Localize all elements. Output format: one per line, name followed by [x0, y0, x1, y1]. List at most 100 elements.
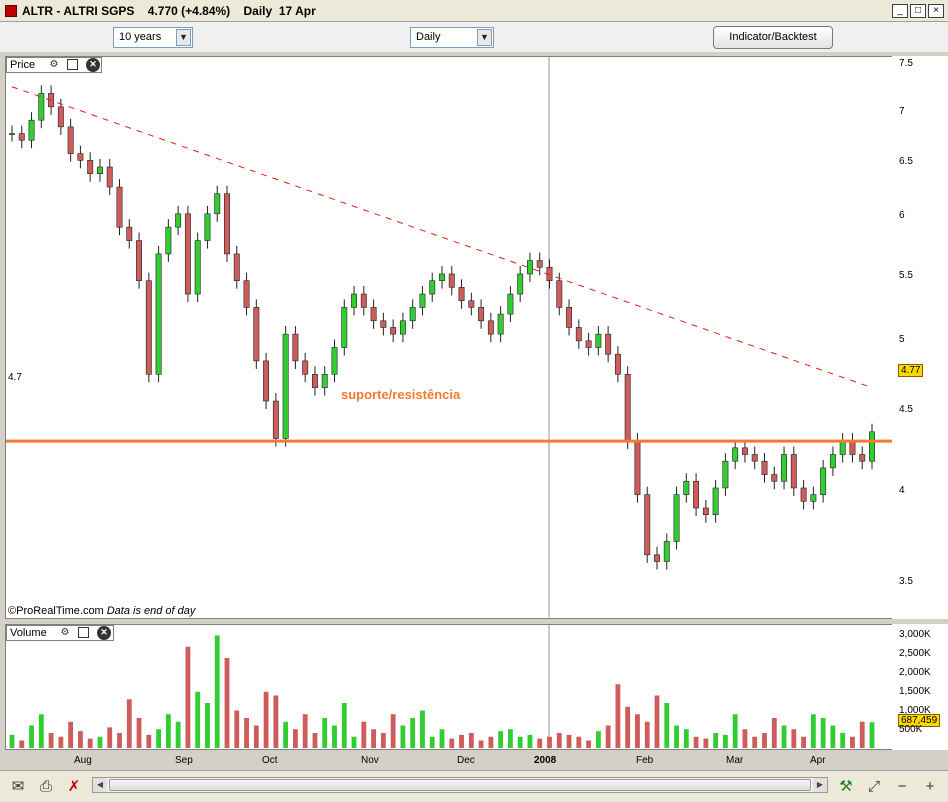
volume-bar — [58, 736, 64, 748]
candle — [214, 193, 221, 215]
candle — [683, 480, 690, 495]
price-panel-label: Price — [10, 59, 36, 71]
support-level-value: 4.7 — [8, 372, 22, 383]
volume-bar — [566, 734, 572, 748]
candle — [351, 293, 358, 308]
candle — [556, 280, 563, 308]
volume-bar — [214, 635, 220, 748]
x-tick-label: Sep — [175, 755, 193, 766]
candle — [38, 93, 45, 121]
candle — [136, 240, 143, 281]
volume-bar — [488, 736, 494, 748]
y-tick-label: 7 — [899, 106, 905, 117]
volume-bar — [722, 734, 728, 748]
candle — [439, 273, 445, 281]
price-chart[interactable] — [0, 0, 948, 802]
volume-tick-label: 3,000K — [899, 629, 931, 640]
close-panel-icon[interactable]: ✕ — [97, 626, 111, 640]
candle — [458, 287, 465, 302]
last-price-tag: 4.77 — [898, 364, 924, 377]
volume-bar — [97, 736, 103, 748]
zoom-fit-icon[interactable]: ⤢ — [864, 777, 884, 797]
candle — [497, 313, 504, 335]
candle — [702, 507, 709, 515]
volume-bar — [576, 736, 582, 748]
volume-bar — [791, 729, 797, 748]
volume-bar — [595, 731, 601, 748]
x-tick-label: Oct — [262, 755, 278, 766]
volume-bar — [156, 729, 162, 748]
candle — [175, 213, 182, 228]
volume-bar — [341, 703, 347, 748]
volume-tick-label: 2,000K — [899, 667, 931, 678]
candle — [829, 454, 836, 469]
candle — [243, 280, 250, 308]
wrench-icon[interactable]: ⚙ — [58, 626, 72, 640]
candle — [165, 226, 172, 255]
wrench-icon[interactable]: ⚙ — [47, 58, 61, 72]
candle — [673, 494, 680, 542]
y-tick-label: 4 — [899, 485, 905, 496]
volume-bar — [459, 734, 464, 748]
candle — [18, 133, 25, 141]
volume-bar — [165, 714, 171, 748]
copyright-text: ©ProRealTime.com — [8, 605, 104, 617]
candle — [781, 454, 788, 482]
volume-bar — [850, 736, 855, 748]
scroll-left-icon[interactable]: ◀ — [93, 778, 107, 792]
y-tick-label: 7.5 — [899, 58, 913, 69]
trend-line — [11, 86, 873, 389]
volume-bar — [263, 691, 269, 748]
volume-bar — [507, 729, 513, 748]
candle — [9, 133, 15, 135]
zoom-in-icon[interactable]: + — [920, 777, 940, 797]
volume-bar — [175, 721, 181, 748]
scroll-right-icon[interactable]: ▶ — [813, 778, 827, 792]
candle — [732, 447, 739, 462]
window-icon[interactable] — [78, 627, 89, 638]
candle — [184, 213, 191, 295]
candle — [771, 474, 778, 482]
candle — [282, 333, 289, 439]
candle — [487, 320, 494, 335]
candle — [839, 440, 846, 455]
candle — [585, 340, 592, 348]
candle — [341, 307, 348, 348]
zoom-out-icon[interactable]: − — [892, 777, 912, 797]
volume-bar — [781, 725, 787, 748]
candle — [869, 431, 875, 462]
delete-drawing-icon[interactable]: ✗ — [64, 777, 84, 797]
candle — [507, 293, 514, 315]
candle — [654, 554, 660, 562]
volume-bar — [136, 718, 142, 748]
volume-bar — [9, 734, 15, 748]
candle — [810, 494, 817, 502]
x-tick-label: Nov — [361, 755, 379, 766]
volume-bar — [126, 699, 132, 748]
volume-bar — [556, 733, 562, 748]
candle — [321, 373, 328, 388]
volume-bar — [752, 736, 758, 748]
volume-bar — [420, 710, 425, 748]
close-panel-icon[interactable]: ✕ — [86, 58, 100, 72]
candle — [751, 454, 758, 462]
candle — [145, 280, 152, 375]
candle — [331, 347, 338, 375]
volume-bar — [146, 734, 152, 748]
print-icon[interactable]: ⎙ — [36, 777, 56, 797]
scroll-thumb[interactable] — [109, 779, 811, 791]
window-icon[interactable] — [67, 59, 78, 70]
candle — [87, 160, 94, 174]
volume-bar — [224, 658, 230, 748]
y-tick-label: 5 — [899, 334, 905, 345]
volume-bar — [185, 646, 191, 748]
mail-icon[interactable]: ✉ — [8, 777, 28, 797]
volume-bar — [810, 714, 816, 748]
volume-bar — [859, 721, 865, 748]
candle — [57, 106, 64, 128]
x-tick-label: Dec — [457, 755, 475, 766]
candle — [429, 280, 436, 295]
horizontal-scrollbar[interactable]: ◀ ▶ — [92, 777, 828, 793]
volume-bar — [361, 721, 367, 748]
chart-settings-icon[interactable]: ⚒ — [836, 777, 856, 797]
